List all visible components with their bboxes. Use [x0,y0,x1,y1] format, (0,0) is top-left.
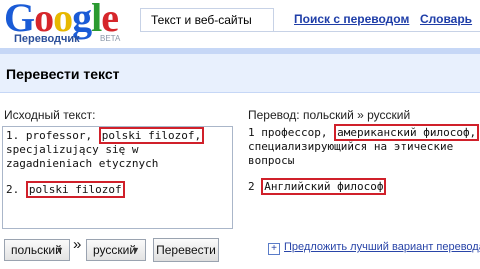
tab-dictionary[interactable]: Словарь [410,8,480,31]
tab-text-and-websites[interactable]: Текст и веб-сайты [140,8,274,31]
highlight-source-2: polski filozof [25,181,125,198]
source-language-select[interactable]: польский ▼ [4,239,70,261]
translate-button[interactable]: Перевести [153,238,219,262]
highlight-result-1: американский философ, [334,124,480,141]
chevron-down-icon: ▼ [55,245,64,255]
highlight-result-2: Английский философ [261,178,387,195]
highlight-source-1: polski filozof, [98,127,205,144]
page-title: Перевести текст [6,66,120,82]
tab-search-with-translation[interactable]: Поиск с переводом [284,8,419,31]
google-logo[interactable]: Google Переводчик BETA [4,0,136,48]
direction-arrow: » [73,236,82,253]
plus-icon: + [268,243,280,255]
logo-subtitle: Переводчик [14,33,80,45]
translation-result: 1 профессор, американский философ, специ… [248,124,480,195]
suggest-better-translation-link[interactable]: + Предложить лучший вариант перевода [268,241,480,255]
tab-bar: Текст и веб-сайты Поиск с переводом Слов… [140,8,480,32]
chevron-down-icon: ▼ [131,245,140,255]
source-textarea[interactable]: 1. professor, polski filozof, specjalizu… [2,126,233,229]
source-text-label: Исходный текст: [4,108,96,122]
beta-badge: BETA [100,34,121,43]
translation-label: Перевод: польский » русский [248,108,411,122]
title-bar: Перевести текст [0,54,480,93]
target-language-select[interactable]: русский ▼ [86,239,146,261]
